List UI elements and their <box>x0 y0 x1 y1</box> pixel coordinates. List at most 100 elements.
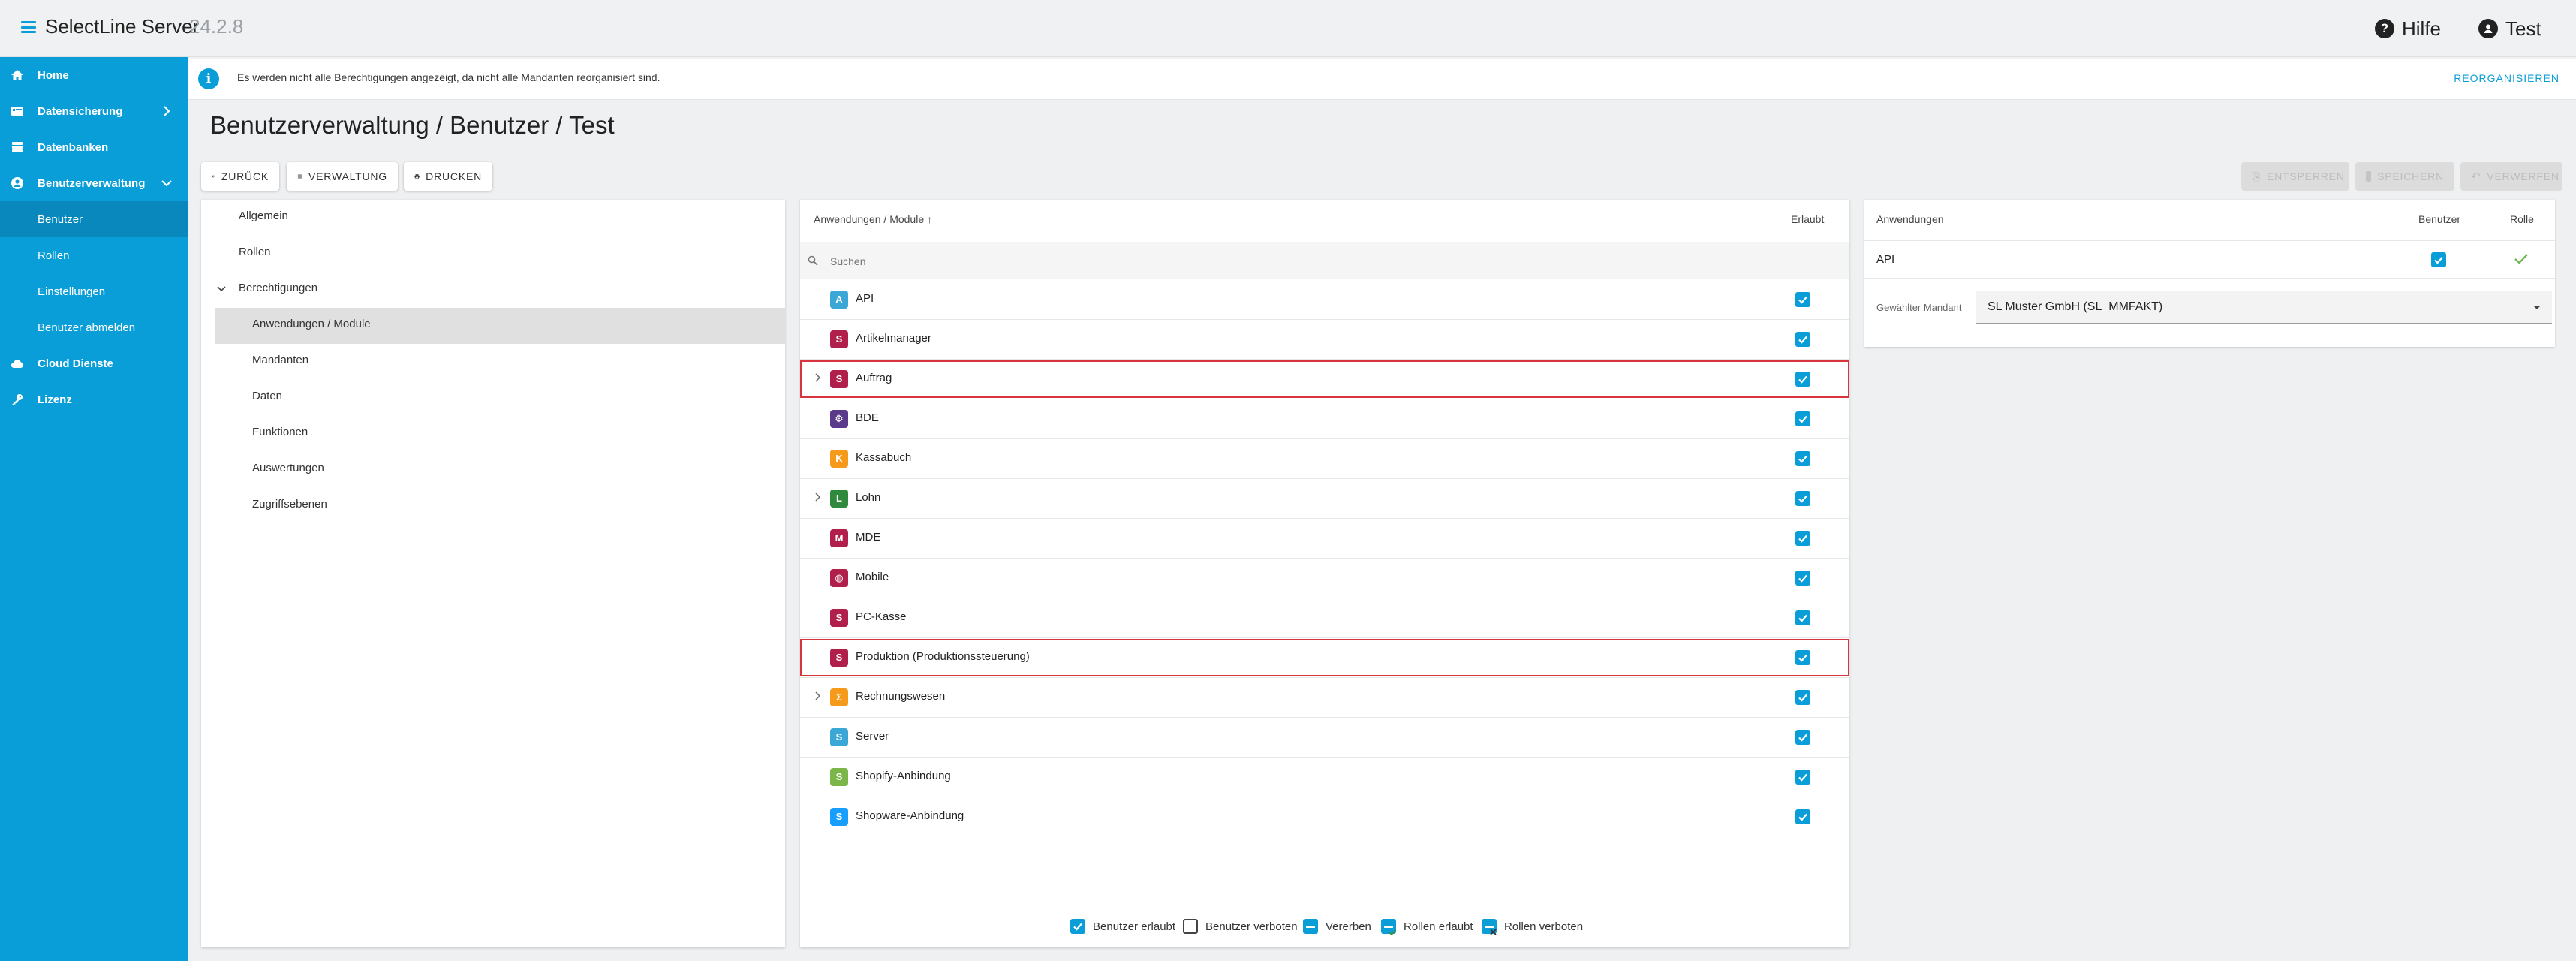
chevron-right-icon <box>164 106 170 116</box>
module-name: Rechnungswesen <box>856 689 946 703</box>
indeterminate-box-icon <box>1303 919 1318 934</box>
chevron-right-icon[interactable] <box>812 492 823 502</box>
module-app-icon: S <box>830 767 848 786</box>
legend-label: Rollen verboten <box>1504 920 1584 933</box>
chevron-down-icon[interactable] <box>216 284 227 294</box>
sidebar-item-home[interactable]: Home <box>0 57 188 93</box>
allowed-checkbox[interactable] <box>1795 729 1810 745</box>
sidebar-item-datensicherung[interactable]: Datensicherung <box>0 93 188 129</box>
sidebar-subitem-rollen[interactable]: Rollen <box>0 237 188 273</box>
user-label: Test <box>2505 17 2541 40</box>
module-row[interactable] <box>800 677 1849 717</box>
save-label: SPEICHERN <box>2377 170 2444 182</box>
tree-item-zugriffsebenen[interactable]: Zugriffsebenen <box>252 498 327 511</box>
search-icon <box>808 255 818 266</box>
tree-item-anwendungen-module[interactable]: Anwendungen / Module <box>252 318 371 330</box>
allowed-checkbox[interactable] <box>1795 450 1810 466</box>
module-row[interactable] <box>800 438 1849 478</box>
tree-item-daten[interactable]: Daten <box>252 390 282 402</box>
module-row[interactable] <box>800 558 1849 598</box>
sidebar-subitem-benutzer-abmelden[interactable]: Benutzer abmelden <box>0 309 188 345</box>
module-name: Lohn <box>856 490 881 504</box>
revert-label: VERWERFEN <box>2487 170 2559 182</box>
module-row[interactable] <box>800 717 1849 757</box>
sidebar-item-datenbanken[interactable]: Datenbanken <box>0 129 188 165</box>
module-row[interactable] <box>800 478 1849 518</box>
module-app-icon: M <box>830 529 848 547</box>
divider <box>1864 240 2555 241</box>
menu-icon[interactable] <box>21 18 36 36</box>
row-highlight-frame <box>800 639 1849 676</box>
module-row[interactable] <box>800 757 1849 797</box>
sidebar-item-lizenz[interactable]: Lizenz <box>0 381 188 417</box>
manage-button[interactable]: VERWALTUNG <box>287 162 398 191</box>
role-check-icon <box>2514 254 2528 264</box>
reorganize-link[interactable]: REORGANISIEREN <box>2454 72 2559 84</box>
module-name: Shopify-Anbindung <box>856 769 951 782</box>
print-label: DRUCKEN <box>426 170 482 182</box>
user-permission-checkbox[interactable] <box>2431 252 2446 267</box>
unlock-icon: ⎘ <box>2252 170 2261 182</box>
unlock-button[interactable]: ⎘ ENTSPERREN <box>2241 162 2349 191</box>
role-denied-box-icon <box>1482 919 1497 935</box>
module-app-icon: S <box>830 728 848 746</box>
user-admin-icon <box>11 177 23 189</box>
module-search-input[interactable] <box>829 251 1807 272</box>
module-row[interactable] <box>800 279 1849 319</box>
mandant-select[interactable]: SL Muster GmbH (SL_MMFAKT) <box>1976 291 2552 324</box>
save-button[interactable]: SPEICHERN <box>2355 162 2454 191</box>
allowed-checkbox[interactable] <box>1795 570 1810 586</box>
back-button[interactable]: ZURÜCK <box>201 162 279 191</box>
tree-item-funktionen[interactable]: Funktionen <box>252 426 308 438</box>
info-icon: i <box>198 68 219 89</box>
column-header-user: Benutzer <box>2418 213 2461 225</box>
tree-item-allgemein[interactable]: Allgemein <box>239 209 288 222</box>
sidebar-subitem-label: Rollen <box>38 249 70 262</box>
allowed-checkbox[interactable] <box>1795 490 1810 506</box>
sidebar-subitem-einstellungen[interactable]: Einstellungen <box>0 273 188 309</box>
allowed-checkbox[interactable] <box>1795 530 1810 546</box>
column-header-modules[interactable]: Anwendungen / Module ↑ <box>814 213 932 225</box>
module-app-icon: A <box>830 290 848 309</box>
allowed-checkbox[interactable] <box>1795 411 1810 426</box>
sidebar: Home Datensicherung Datenbanken Benutzer… <box>0 57 188 961</box>
allowed-checkbox[interactable] <box>1795 689 1810 705</box>
checked-box-icon <box>1070 919 1085 934</box>
module-row[interactable] <box>800 518 1849 558</box>
allowed-checkbox[interactable] <box>1795 610 1810 625</box>
sidebar-item-label: Home <box>38 68 69 82</box>
allowed-checkbox[interactable] <box>1795 769 1810 785</box>
app-version: 24.2.8 <box>189 15 244 38</box>
print-button[interactable]: DRUCKEN <box>404 162 492 191</box>
allowed-checkbox[interactable] <box>1795 291 1810 307</box>
account-icon <box>2478 19 2498 38</box>
database-icon <box>12 142 23 152</box>
help-button[interactable]: ? Hilfe <box>2375 15 2441 42</box>
module-row[interactable] <box>800 319 1849 359</box>
back-label: ZURÜCK <box>221 170 269 182</box>
key-icon <box>12 394 23 405</box>
allowed-checkbox[interactable] <box>1795 331 1810 347</box>
module-row[interactable] <box>800 598 1849 637</box>
allowed-checkbox[interactable] <box>1795 809 1810 824</box>
info-banner: i Es werden nicht alle Berechtigungen an… <box>188 59 2576 100</box>
legend-rollen-verboten: Rollen verboten <box>1482 919 1584 935</box>
module-name: MDE <box>856 530 881 544</box>
tree-item-berechtigungen[interactable]: Berechtigungen <box>239 282 317 294</box>
sidebar-item-benutzerverwaltung[interactable]: Benutzerverwaltung <box>0 165 188 201</box>
user-menu-button[interactable]: Test <box>2478 15 2541 42</box>
tree-item-mandanten[interactable]: Mandanten <box>252 354 308 366</box>
sidebar-subitem-benutzer[interactable]: Benutzer <box>0 201 188 237</box>
legend-label: Rollen erlaubt <box>1404 920 1473 933</box>
revert-button[interactable]: ↶ VERWERFEN <box>2460 162 2562 191</box>
sidebar-subitem-label: Benutzer abmelden <box>38 321 136 334</box>
chevron-right-icon[interactable] <box>812 691 823 701</box>
sidebar-item-cloud-dienste[interactable]: Cloud Dienste <box>0 345 188 381</box>
tree-item-rollen[interactable]: Rollen <box>239 246 271 258</box>
info-text: Es werden nicht alle Berechtigungen ange… <box>237 71 661 83</box>
module-name: Mobile <box>856 570 889 583</box>
arrow-left-icon <box>212 175 215 178</box>
module-row[interactable] <box>800 399 1849 438</box>
tree-item-auswertungen[interactable]: Auswertungen <box>252 462 324 474</box>
help-label: Hilfe <box>2402 17 2442 40</box>
